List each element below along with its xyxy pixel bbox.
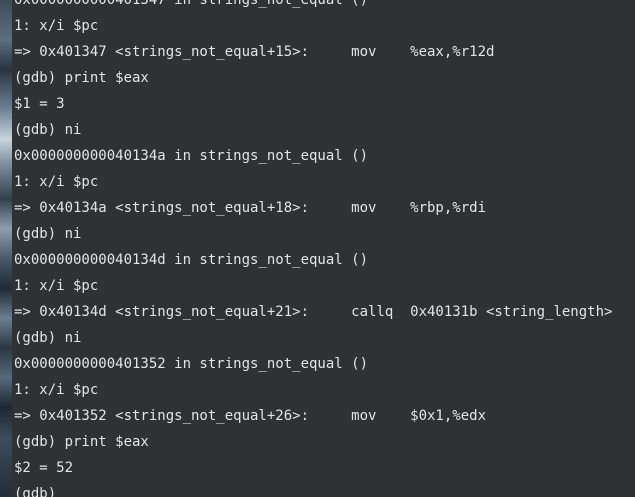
gdb-terminal[interactable]: 0x0000000000401347 in strings_not_equal …	[12, 0, 635, 497]
terminal-output: 0x0000000000401347 in strings_not_equal …	[14, 0, 612, 497]
terminal-line: 0x000000000040134d in strings_not_equal …	[14, 252, 369, 268]
terminal-line: 1: x/i $pc	[14, 18, 99, 34]
terminal-line: 1: x/i $pc	[14, 174, 99, 190]
terminal-line: => 0x401347 <strings_not_equal+15>: mov …	[14, 44, 495, 60]
terminal-line: $1 = 3	[14, 96, 65, 112]
terminal-line: => 0x40134a <strings_not_equal+18>: mov …	[14, 200, 487, 216]
terminal-line: => 0x401352 <strings_not_equal+26>: mov …	[14, 408, 487, 424]
terminal-line: (gdb) ni	[14, 226, 82, 242]
terminal-line: 0x0000000000401352 in strings_not_equal …	[14, 356, 369, 372]
terminal-line: (gdb) print $eax	[14, 70, 149, 86]
terminal-line: (gdb) print $eax	[14, 434, 149, 450]
terminal-line: 1: x/i $pc	[14, 278, 99, 294]
terminal-line: => 0x40134d <strings_not_equal+21>: call…	[14, 304, 613, 320]
desktop-wallpaper-edge	[0, 0, 12, 497]
terminal-line: 0x000000000040134a in strings_not_equal …	[14, 148, 369, 164]
terminal-line: $2 = 52	[14, 460, 74, 476]
terminal-line: (gdb) ni	[14, 330, 82, 346]
terminal-prompt-line[interactable]: (gdb)	[14, 481, 612, 497]
terminal-line: 0x0000000000401347 in strings_not_equal …	[14, 0, 369, 8]
terminal-line: (gdb) ni	[14, 122, 82, 138]
terminal-line: 1: x/i $pc	[14, 382, 99, 398]
